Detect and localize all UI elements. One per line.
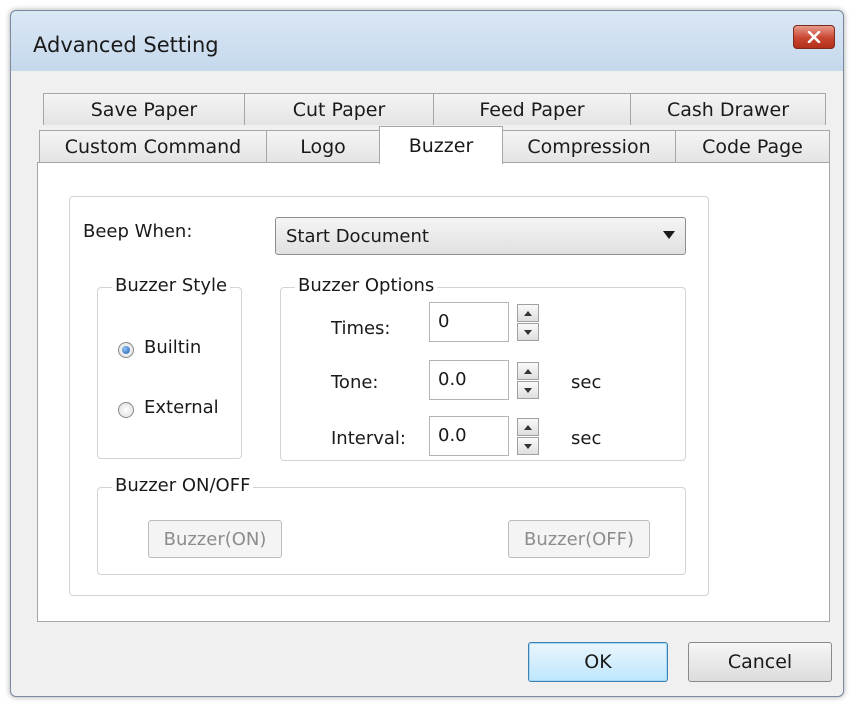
times-label: Times: [331,318,391,339]
buzzer-style-group: Buzzer Style Builtin External [97,275,242,459]
triangle-up-icon [524,424,532,430]
ok-button[interactable]: OK [528,642,668,682]
triangle-up-icon [524,368,532,374]
beep-when-dropdown[interactable]: Start Document [275,217,686,255]
beep-when-label: Beep When: [83,221,193,242]
times-spin-up-button[interactable] [517,304,539,322]
triangle-down-icon [524,387,532,393]
tone-input[interactable]: 0.0 [429,360,509,400]
external-radio-label: External [144,397,219,418]
triangle-down-icon [524,329,532,335]
builtin-radio[interactable] [118,342,134,358]
interval-spin-up-button[interactable] [517,418,539,436]
triangle-down-icon [524,443,532,449]
tab-compression[interactable]: Compression [502,130,676,162]
interval-input[interactable]: 0.0 [429,416,509,456]
buzzer-style-legend: Buzzer Style [112,275,231,296]
buzzer-on-button[interactable]: Buzzer(ON) [148,520,282,558]
interval-spin-down-button[interactable] [517,437,539,455]
triangle-up-icon [524,310,532,316]
tab-save-paper[interactable]: Save Paper [43,93,245,125]
interval-label: Interval: [331,428,406,449]
buzzer-onoff-group: Buzzer ON/OFF Buzzer(ON) Buzzer(OFF) [97,475,686,575]
tab-cut-paper[interactable]: Cut Paper [244,93,434,125]
times-spinner[interactable] [517,304,539,342]
buzzer-options-legend: Buzzer Options [295,275,438,296]
advanced-setting-dialog: Advanced Setting Save Paper Cut Paper Fe… [10,10,844,697]
buzzer-options-group: Buzzer Options Times: 0 Tone: 0.0 sec In… [280,275,686,461]
beep-when-value: Start Document [286,226,429,247]
title-bar[interactable]: Advanced Setting [11,11,843,71]
tone-spinner[interactable] [517,362,539,400]
interval-spinner[interactable] [517,418,539,456]
external-radio[interactable] [118,402,134,418]
tone-label: Tone: [331,372,379,393]
builtin-radio-label: Builtin [144,337,202,358]
close-icon [807,31,821,43]
times-input[interactable]: 0 [429,302,509,342]
times-spin-down-button[interactable] [517,323,539,341]
tone-spin-down-button[interactable] [517,381,539,399]
cancel-button[interactable]: Cancel [688,642,832,682]
tone-spin-up-button[interactable] [517,362,539,380]
tab-buzzer[interactable]: Buzzer [379,126,503,164]
dialog-title: Advanced Setting [33,33,219,57]
tone-unit: sec [571,372,602,393]
buzzer-onoff-legend: Buzzer ON/OFF [112,475,254,496]
chevron-down-icon [663,231,675,239]
tab-feed-paper[interactable]: Feed Paper [433,93,631,125]
buzzer-off-button[interactable]: Buzzer(OFF) [508,520,650,558]
close-button[interactable] [793,25,835,49]
tab-cash-drawer[interactable]: Cash Drawer [630,93,826,125]
interval-unit: sec [571,428,602,449]
tab-logo[interactable]: Logo [266,130,380,162]
tab-custom-command[interactable]: Custom Command [39,130,267,162]
tab-code-page[interactable]: Code Page [675,130,830,162]
